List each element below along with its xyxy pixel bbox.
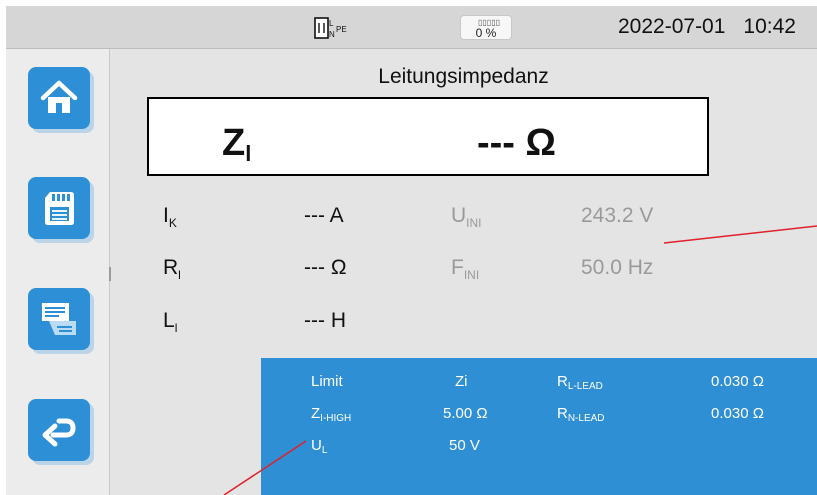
ll-sub: l bbox=[174, 321, 178, 335]
ll-sym: L bbox=[163, 309, 175, 332]
rl-value: --- Ω bbox=[304, 256, 347, 279]
ul-value: 50 V bbox=[449, 437, 480, 454]
plug-label-l: L bbox=[329, 19, 334, 28]
memory-button[interactable] bbox=[28, 177, 90, 239]
rllead-value: 0.030 Ω bbox=[711, 373, 764, 390]
date-text: 2022-07-01 bbox=[618, 15, 726, 38]
main-result-symbol: Zl bbox=[222, 122, 251, 167]
rnlead-sub: N-LEAD bbox=[567, 413, 605, 424]
battery-icon: ▯▯▯▯▯ 0 % bbox=[460, 15, 512, 40]
ul-sym: U bbox=[311, 437, 322, 454]
zihigh-value: 5.00 Ω bbox=[443, 405, 488, 422]
main-result-box: Zl --- Ω bbox=[147, 97, 709, 176]
date-time: 2022-07-01 10:42 bbox=[618, 15, 796, 39]
ik-value: --- A bbox=[304, 204, 344, 227]
document-icon bbox=[42, 303, 76, 335]
time-text: 10:42 bbox=[743, 15, 796, 38]
status-bar: L N PE ▯▯▯▯▯ 0 % 2022-07-01 10:42 bbox=[6, 6, 817, 49]
report-button[interactable] bbox=[28, 288, 90, 350]
zihigh-sym: Z bbox=[311, 405, 321, 422]
ik-sub: K bbox=[168, 216, 177, 230]
uini-sym: U bbox=[451, 204, 467, 227]
zihigh-label: ZI-HIGH bbox=[311, 405, 351, 424]
fini-sub: INI bbox=[463, 268, 480, 282]
instrument-screen: L N PE ▯▯▯▯▯ 0 % 2022-07-01 10:42 Leitun… bbox=[6, 6, 817, 495]
rl-label: Rl bbox=[163, 256, 181, 282]
rl-sub: l bbox=[178, 268, 181, 282]
sd-card-icon bbox=[45, 192, 74, 225]
fini-label: FINI bbox=[451, 256, 479, 282]
rnlead-sym: R bbox=[557, 405, 568, 422]
rl-sym: R bbox=[163, 256, 179, 279]
back-arrow-icon bbox=[42, 418, 76, 447]
main-symbol-sub: l bbox=[245, 141, 252, 166]
ul-label: UL bbox=[311, 437, 327, 456]
fini-value: 50.0 Hz bbox=[581, 256, 654, 279]
ll-value: --- H bbox=[304, 309, 346, 332]
home-icon bbox=[40, 80, 78, 113]
rllead-sub: L-LEAD bbox=[567, 381, 603, 392]
test-parameters-panel[interactable]: Limit Zi RL-LEAD 0.030 Ω ZI-HIGH 5.00 Ω … bbox=[261, 358, 817, 495]
socket-l-n-pe-icon: L N PE bbox=[314, 17, 347, 39]
rllead-sym: R bbox=[557, 373, 568, 390]
fini-sym: F bbox=[451, 256, 464, 279]
measurement-title: Leitungsimpedanz bbox=[378, 65, 549, 88]
rnlead-label: RN-LEAD bbox=[557, 405, 605, 424]
scroll-indicator bbox=[109, 267, 111, 281]
uini-value: 243.2 V bbox=[581, 204, 654, 227]
plug-label-n: N bbox=[329, 30, 335, 39]
back-button[interactable] bbox=[28, 399, 90, 461]
limit-value: Zi bbox=[455, 373, 468, 390]
zihigh-sub: I-HIGH bbox=[320, 413, 352, 424]
limit-label: Limit bbox=[311, 373, 343, 390]
uini-label: UINI bbox=[451, 204, 482, 230]
ul-sub: L bbox=[321, 445, 328, 456]
ik-label: IK bbox=[163, 204, 177, 230]
main-result-value: --- Ω bbox=[477, 122, 556, 164]
rllead-label: RL-LEAD bbox=[557, 373, 603, 392]
sidebar bbox=[6, 49, 109, 495]
uini-sub: INI bbox=[466, 216, 482, 230]
main-symbol-letter: Z bbox=[222, 122, 246, 164]
battery-level: 0 % bbox=[475, 26, 497, 40]
rnlead-value: 0.030 Ω bbox=[711, 405, 764, 422]
home-button[interactable] bbox=[28, 67, 90, 129]
ll-label: Ll bbox=[163, 309, 177, 335]
plug-label-pe: PE bbox=[336, 25, 347, 34]
